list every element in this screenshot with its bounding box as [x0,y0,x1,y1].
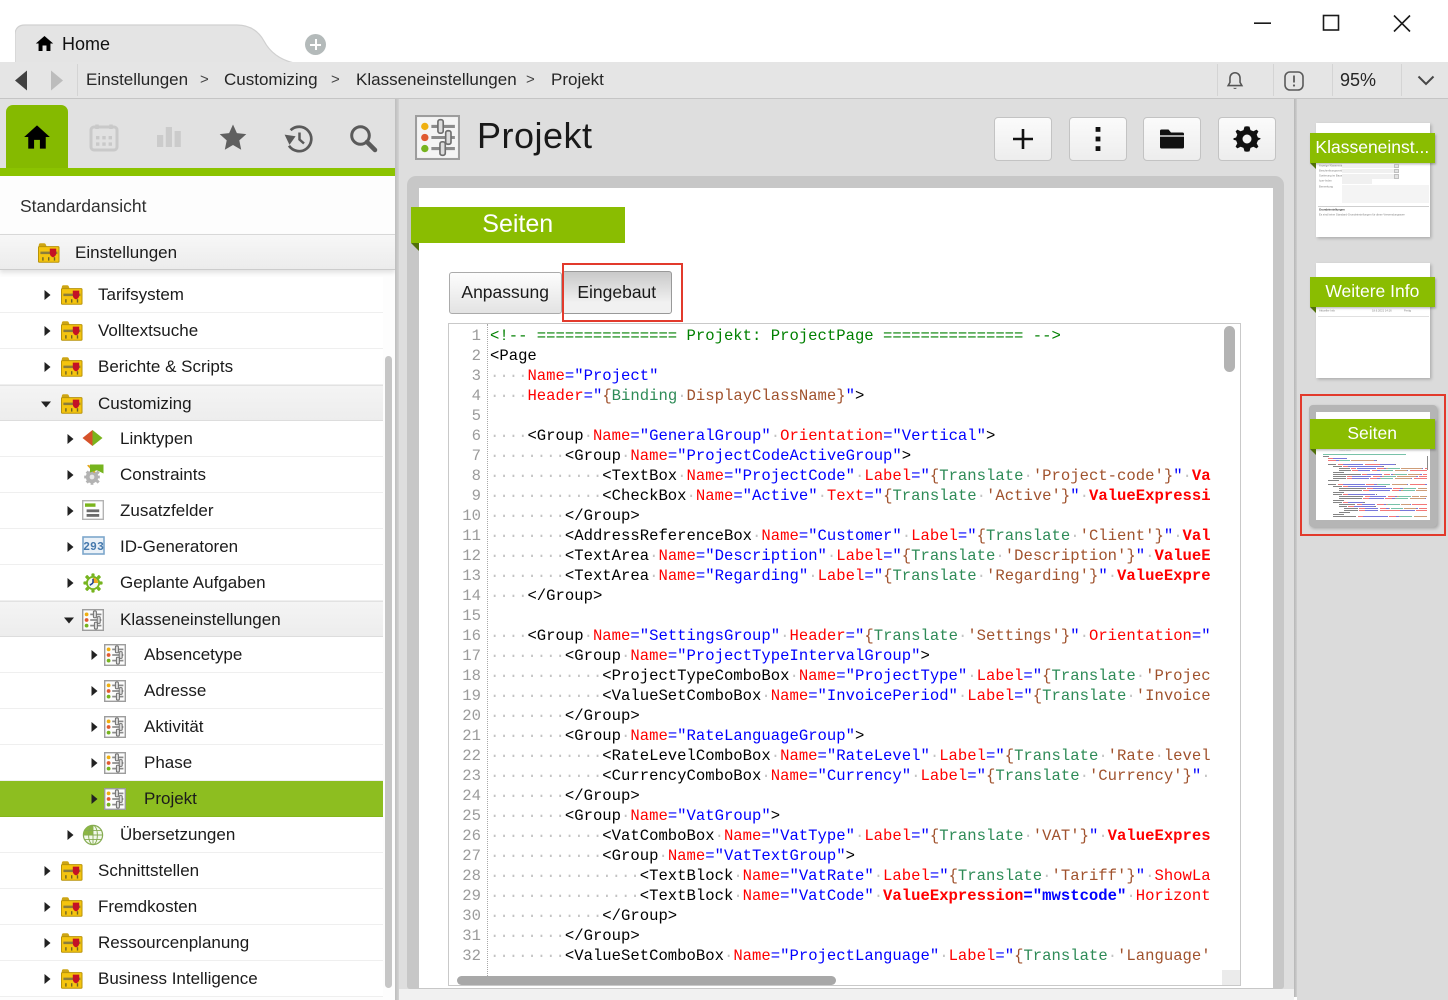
svg-text:293: 293 [83,541,104,554]
